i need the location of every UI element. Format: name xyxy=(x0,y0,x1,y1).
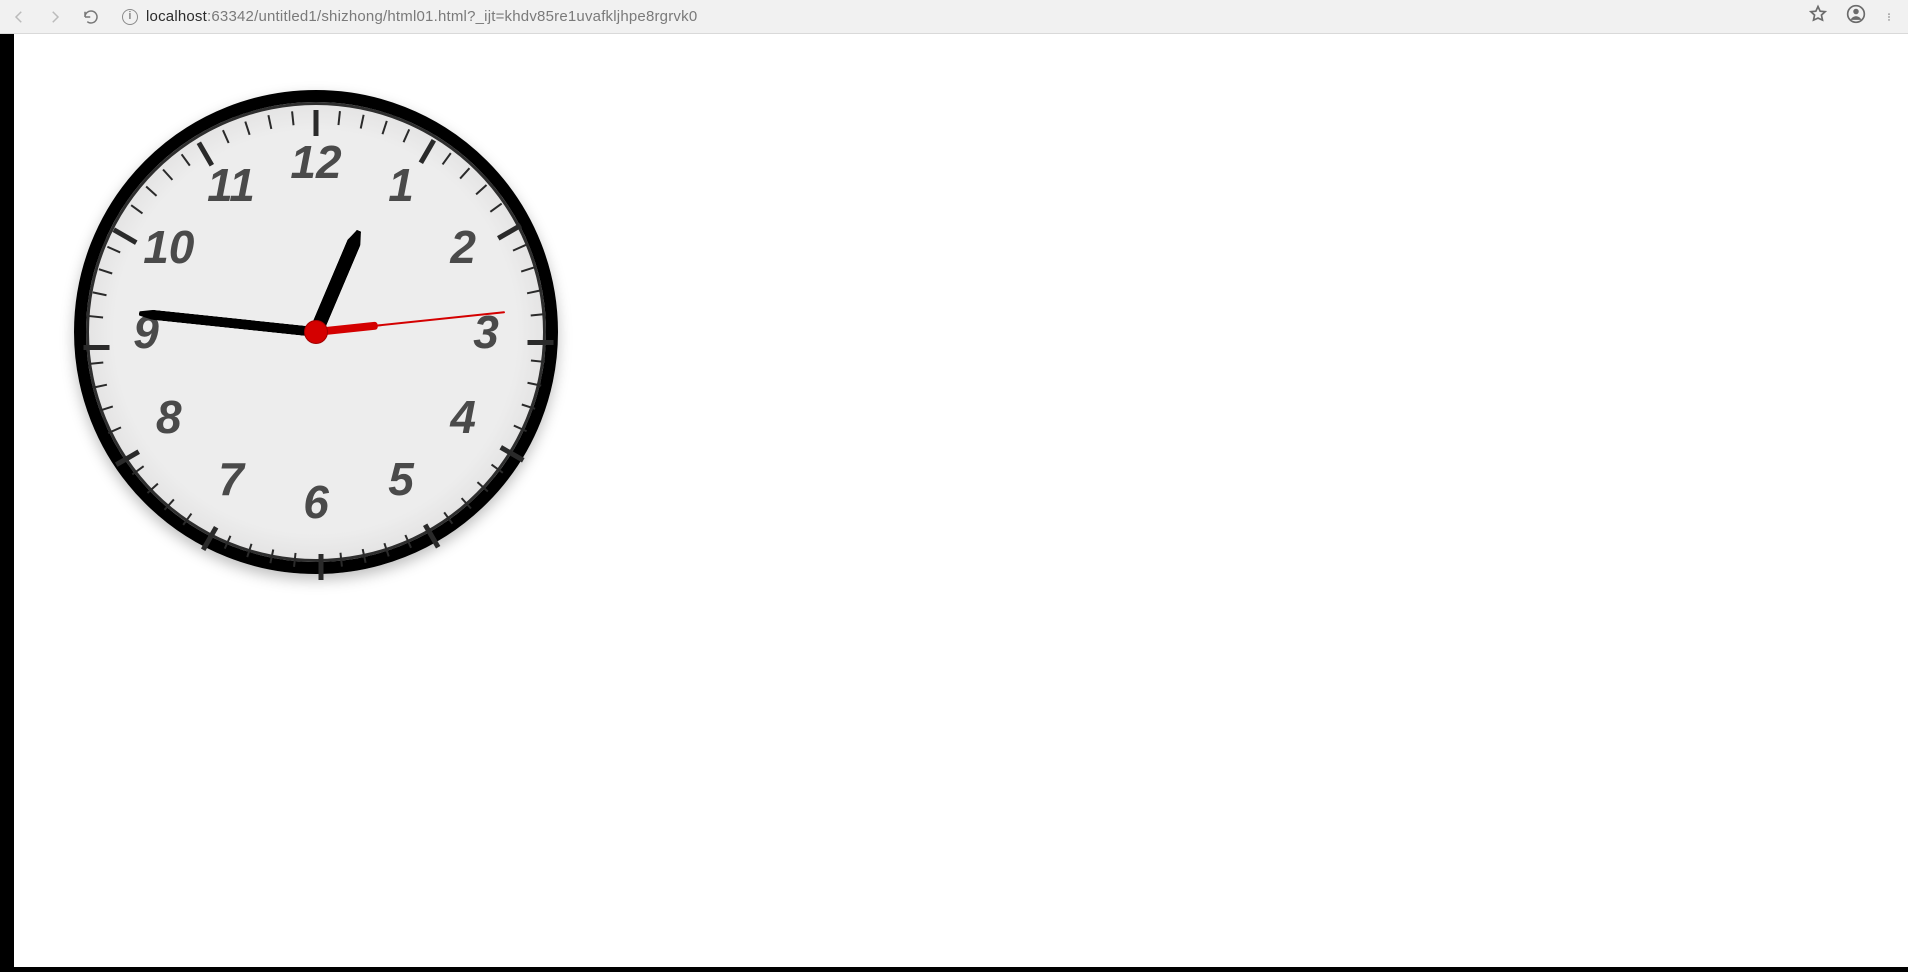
hour-tick xyxy=(419,139,436,164)
minute-tick xyxy=(477,481,489,492)
chrome-right-actions xyxy=(1808,4,1900,29)
minute-tick xyxy=(521,266,535,272)
minute-tick xyxy=(513,244,527,252)
hour-tick xyxy=(497,223,522,240)
minute-tick xyxy=(490,203,503,213)
hour-tick xyxy=(201,526,218,551)
hour-tick xyxy=(528,340,554,345)
minute-tick xyxy=(360,115,365,129)
hour-tick xyxy=(115,450,140,467)
minute-tick xyxy=(475,184,487,195)
minute-tick xyxy=(461,497,472,509)
minute-tick xyxy=(244,121,250,135)
url-host: localhost xyxy=(146,8,207,25)
minute-tick xyxy=(132,465,145,475)
minute-tick xyxy=(108,426,122,434)
reload-icon xyxy=(82,8,100,26)
minute-tick xyxy=(442,153,452,166)
minute-tick xyxy=(403,129,411,143)
url-text: localhost:63342/untitled1/shizhong/html0… xyxy=(146,8,697,25)
minute-tick xyxy=(491,464,504,474)
hour-tick xyxy=(319,554,324,580)
minute-tick xyxy=(521,404,535,410)
forward-button[interactable] xyxy=(44,6,66,28)
clock-pivot xyxy=(305,321,327,343)
back-button[interactable] xyxy=(8,6,30,28)
minute-tick xyxy=(404,535,412,549)
minute-tick xyxy=(531,313,545,316)
minute-tick xyxy=(93,384,107,389)
minute-tick xyxy=(527,289,541,294)
minute-tick xyxy=(222,130,230,144)
numeral-4: 4 xyxy=(450,394,476,440)
hour-tick xyxy=(112,228,137,245)
page-info-icon[interactable]: i xyxy=(122,9,138,25)
minute-tick xyxy=(246,543,252,557)
minute-tick xyxy=(89,315,103,318)
minute-tick xyxy=(531,359,545,362)
minute-tick xyxy=(89,361,103,364)
hour-tick xyxy=(314,110,319,136)
minute-tick xyxy=(99,268,113,274)
numeral-6: 6 xyxy=(303,479,329,525)
minute-tick xyxy=(337,111,340,125)
bookmark-button[interactable] xyxy=(1808,4,1828,29)
minute-tick xyxy=(224,535,232,549)
minute-tick xyxy=(527,382,541,387)
bookmark-star-icon xyxy=(1808,4,1828,24)
numeral-2: 2 xyxy=(450,224,476,270)
url-path: :63342/untitled1/shizhong/html01.html?_i… xyxy=(207,8,697,25)
minute-tick xyxy=(145,186,157,197)
numeral-1: 1 xyxy=(388,162,414,208)
profile-icon xyxy=(1846,4,1866,24)
clock-rim: 121234567891011 xyxy=(74,90,558,574)
numeral-12: 12 xyxy=(290,139,341,185)
minute-tick xyxy=(181,154,191,167)
hour-tick xyxy=(423,523,440,548)
hour-tick xyxy=(84,345,110,350)
minute-tick xyxy=(513,425,527,433)
numeral-10: 10 xyxy=(143,224,194,270)
minute-tick xyxy=(182,513,192,526)
back-arrow-icon xyxy=(10,8,28,26)
minute-tick xyxy=(293,553,296,567)
minute-tick xyxy=(383,543,389,557)
minute-tick xyxy=(267,115,272,129)
minute-tick xyxy=(459,167,470,179)
page-viewport: 121234567891011 xyxy=(0,34,1908,972)
minute-tick xyxy=(362,549,367,563)
minute-tick xyxy=(131,204,144,214)
hour-tick xyxy=(499,445,524,462)
numeral-11: 11 xyxy=(207,162,255,208)
minute-tick xyxy=(107,246,121,254)
kebab-menu-icon xyxy=(1884,7,1894,27)
numeral-7: 7 xyxy=(218,456,244,502)
numeral-5: 5 xyxy=(388,456,414,502)
minute-tick xyxy=(93,291,107,296)
minute-tick xyxy=(339,553,342,567)
minute-tick xyxy=(162,169,173,181)
browser-toolbar: i localhost:63342/untitled1/shizhong/htm… xyxy=(0,0,1908,34)
address-bar[interactable]: i localhost:63342/untitled1/shizhong/htm… xyxy=(116,4,1794,30)
minute-tick xyxy=(382,121,388,135)
reload-button[interactable] xyxy=(80,6,102,28)
minute-tick xyxy=(164,499,175,511)
forward-arrow-icon xyxy=(46,8,64,26)
analog-clock: 121234567891011 xyxy=(74,90,558,574)
chrome-menu-button[interactable] xyxy=(1884,7,1894,27)
minute-tick xyxy=(147,483,159,494)
profile-button[interactable] xyxy=(1846,4,1866,29)
minute-tick xyxy=(99,405,113,411)
minute-tick xyxy=(269,549,274,563)
minute-tick xyxy=(291,111,294,125)
numeral-8: 8 xyxy=(156,394,182,440)
minute-tick xyxy=(443,512,453,525)
